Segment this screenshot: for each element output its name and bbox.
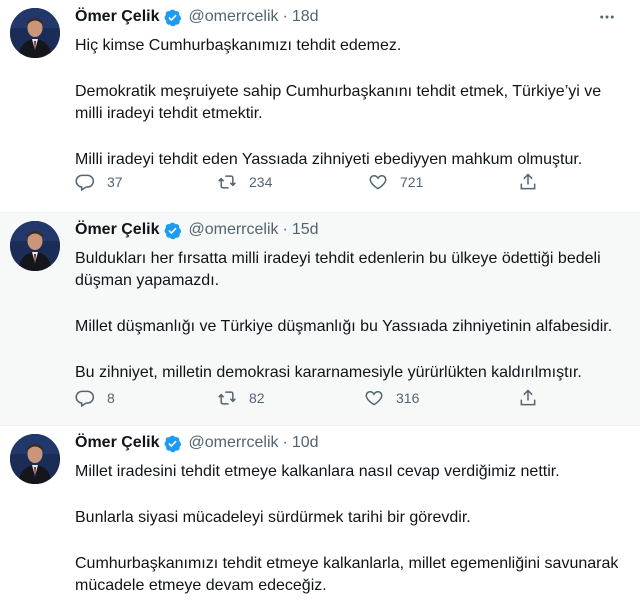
like-count: 721: [400, 174, 424, 190]
tweet-text: Buldukları her fırsatta milli iradeyi te…: [75, 248, 620, 384]
tweet-actions: 37 234 721: [0, 172, 560, 202]
reply-button[interactable]: 8: [75, 388, 115, 408]
retweet-count: 82: [249, 390, 265, 406]
tweet-paragraph: Demokratik meşruiyete sahip Cumhurbaşkan…: [75, 83, 602, 122]
author-handle[interactable]: @omerrcelik: [188, 8, 278, 26]
like-icon: [369, 174, 387, 190]
share-icon: [520, 173, 536, 190]
tweet-paragraph: Millet düşmanlığı ve Türkiye düşmanlığı …: [75, 318, 613, 335]
tweet-paragraph: Bunlarla siyasi mücadeleyi sürdürmek tar…: [75, 509, 471, 526]
tweet-paragraph: Buldukları her fırsatta milli iradeyi te…: [75, 250, 601, 289]
tweet-paragraph: Milli iradeyi tehdit eden Yassıada zihni…: [75, 151, 583, 168]
tweet-paragraph: Millet iradesini tehdit etmeye kalkanlar…: [75, 463, 560, 480]
share-icon: [520, 389, 536, 406]
tweet-paragraph: Cumhurbaşkanımızı tehdit etmeye kalkanla…: [75, 555, 619, 594]
retweet-icon: [218, 391, 236, 405]
tweet-paragraph: Bu zihniyet, milletin demokrasi kararnam…: [75, 364, 582, 381]
avatar[interactable]: [10, 8, 60, 58]
verified-badge-icon: [165, 435, 182, 452]
tweet-header: Ömer Çelik @omerrcelik · 15d: [75, 219, 620, 241]
reply-count: 8: [107, 390, 115, 406]
author-handle[interactable]: @omerrcelik: [188, 434, 278, 452]
reply-count: 37: [107, 174, 123, 190]
timestamp[interactable]: 10d: [292, 434, 319, 452]
share-button[interactable]: [518, 388, 550, 408]
author-handle[interactable]: @omerrcelik: [188, 221, 278, 239]
tweet-actions: 8 82 316: [0, 388, 560, 418]
separator: ·: [282, 8, 288, 25]
tweet-header: Ömer Çelik @omerrcelik · 18d: [75, 6, 620, 28]
tweet[interactable]: Ömer Çelik @omerrcelik · 10d Millet irad…: [0, 425, 640, 600]
tweet-text: Millet iradesini tehdit etmeye kalkanlar…: [75, 461, 620, 597]
retweet-button[interactable]: 234: [217, 172, 272, 192]
author-name[interactable]: Ömer Çelik: [75, 8, 159, 26]
more-options-icon[interactable]: [594, 6, 620, 28]
timestamp[interactable]: 15d: [292, 221, 319, 239]
avatar[interactable]: [10, 434, 60, 484]
retweet-button[interactable]: 82: [217, 388, 265, 408]
author-name[interactable]: Ömer Çelik: [75, 221, 159, 239]
tweet-paragraph: Hiç kimse Cumhurbaşkanımızı tehdit edeme…: [75, 37, 402, 54]
tweet-text: Hiç kimse Cumhurbaşkanımızı tehdit edeme…: [75, 35, 620, 171]
tweet[interactable]: Ömer Çelik @omerrcelik · 15d Buldukları …: [0, 212, 640, 425]
like-icon: [365, 390, 383, 406]
timestamp[interactable]: 18d: [292, 8, 319, 26]
separator: ·: [282, 434, 288, 451]
tweet-header: Ömer Çelik @omerrcelik · 10d: [75, 432, 620, 454]
like-button[interactable]: 721: [368, 172, 423, 192]
avatar[interactable]: [10, 221, 60, 271]
retweet-icon: [218, 175, 236, 189]
reply-icon: [75, 174, 95, 192]
verified-badge-icon: [165, 222, 182, 239]
like-count: 316: [396, 390, 420, 406]
tweet[interactable]: Ömer Çelik @omerrcelik · 18d Hiç kimse C…: [0, 0, 640, 212]
reply-icon: [75, 390, 95, 408]
reply-button[interactable]: 37: [75, 172, 123, 192]
share-button[interactable]: [518, 172, 550, 192]
separator: ·: [282, 221, 288, 238]
retweet-count: 234: [249, 174, 273, 190]
author-name[interactable]: Ömer Çelik: [75, 434, 159, 452]
verified-badge-icon: [165, 9, 182, 26]
like-button[interactable]: 316: [364, 388, 419, 408]
